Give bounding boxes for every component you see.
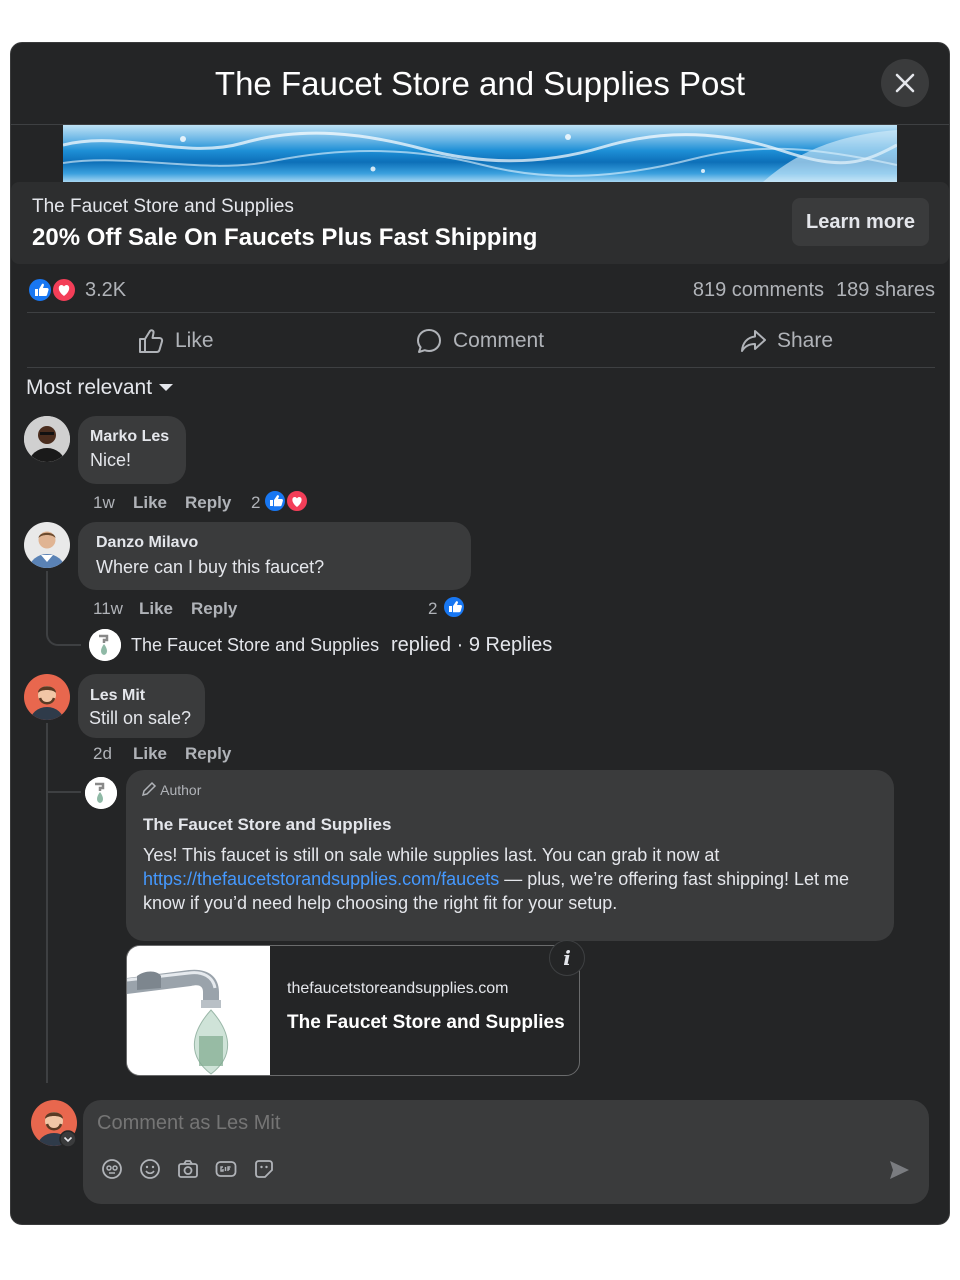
avatar[interactable]	[24, 416, 70, 462]
share-button[interactable]: Share	[739, 323, 833, 359]
chevron-down-icon[interactable]	[59, 1130, 77, 1148]
comment-text: Nice!	[90, 450, 132, 470]
link-preview-image	[127, 946, 270, 1075]
learn-more-button[interactable]: Learn more	[792, 198, 929, 246]
comment-like-button[interactable]: Like	[133, 744, 167, 764]
comment-label: Comment	[453, 329, 545, 352]
send-icon[interactable]	[887, 1158, 911, 1182]
like-label: Like	[175, 329, 214, 352]
reply-text: Yes! This faucet is still on sale while …	[143, 843, 888, 915]
post-modal: The Faucet Store and Supplies Post The F…	[10, 42, 950, 1225]
comment-input[interactable]	[97, 1112, 797, 1135]
actions-divider	[27, 367, 935, 368]
gif-icon[interactable]	[215, 1158, 237, 1180]
engagement-stats: 3.2K 819 comments 189 shares	[27, 275, 935, 305]
comment-reaction-count[interactable]: 2	[428, 599, 437, 619]
ad-banner-image[interactable]	[63, 125, 897, 182]
avatar[interactable]	[85, 777, 117, 809]
reaction-count[interactable]: 3.2K	[85, 279, 126, 302]
thread-connector	[46, 571, 81, 646]
avatar[interactable]	[24, 674, 70, 720]
share-label: Share	[777, 329, 834, 352]
close-icon	[895, 73, 915, 93]
comment-timestamp[interactable]: 11w	[93, 599, 123, 619]
comment-text: Still on sale?	[89, 708, 192, 728]
comment-author[interactable]: Les Mit	[90, 687, 145, 705]
link-preview-domain: thefaucetstoreandsupplies.com	[287, 980, 509, 997]
pencil-icon	[141, 781, 157, 797]
ad-page-name: The Faucet Store and Supplies	[32, 196, 294, 217]
reaction-icons[interactable]	[27, 276, 83, 304]
like-button[interactable]: Like	[137, 323, 214, 359]
thumbs-up-icon	[139, 329, 164, 353]
comment-author[interactable]: Marko Les	[90, 428, 169, 446]
reply-author[interactable]: The Faucet Store and Supplies	[143, 815, 391, 835]
info-button[interactable]: i	[549, 940, 585, 976]
comment-timestamp[interactable]: 2d	[93, 744, 112, 764]
speech-bubble-icon	[417, 329, 441, 353]
link-preview-title: The Faucet Store and Supplies	[287, 1012, 565, 1033]
sort-label: Most relevant	[26, 376, 153, 399]
comment-reply-button[interactable]: Reply	[191, 599, 237, 619]
modal-header: The Faucet Store and Supplies Post	[11, 43, 949, 125]
stats-divider	[27, 312, 935, 313]
modal-title: The Faucet Store and Supplies Post	[214, 65, 746, 102]
ad-info-bar[interactable]: The Faucet Store and Supplies 20% Off Sa…	[11, 182, 949, 264]
share-arrow-icon	[741, 330, 766, 352]
faucets-link[interactable]: https://thefaucetstorandsupplies.com/fau…	[143, 869, 499, 889]
sort-dropdown[interactable]: Most relevant	[26, 376, 174, 400]
comment-composer	[83, 1100, 929, 1204]
composer-toolbar	[101, 1158, 275, 1180]
caret-down-icon	[159, 384, 174, 392]
avatar[interactable]	[89, 629, 121, 661]
avatar[interactable]	[24, 522, 70, 568]
sticker-icon[interactable]	[253, 1158, 275, 1180]
thread-connector	[46, 763, 81, 793]
comment-bubble	[78, 522, 471, 590]
comment-text: Where can I buy this faucet?	[96, 557, 325, 577]
comment-timestamp[interactable]: 1w	[93, 493, 115, 513]
shares-count[interactable]: 189 shares	[836, 279, 935, 302]
comment-reply-button[interactable]: Reply	[185, 493, 231, 513]
comment-like-button[interactable]: Like	[139, 599, 173, 619]
author-badge-label: Author	[160, 782, 202, 798]
comment-reply-button[interactable]: Reply	[185, 744, 231, 764]
author-badge: Author	[141, 781, 201, 798]
comment-author[interactable]: Danzo Milavo	[96, 534, 198, 552]
avatar-sticker-icon[interactable]	[101, 1158, 123, 1180]
comment-reaction-icons[interactable]	[262, 488, 312, 514]
view-replies-link[interactable]: replied · 9 Replies	[391, 634, 552, 657]
comment-like-button[interactable]: Like	[133, 493, 167, 513]
comments-count[interactable]: 819 comments	[693, 279, 824, 302]
comment-button[interactable]: Comment	[415, 323, 544, 359]
comment-reaction-count[interactable]: 2	[251, 493, 260, 513]
ad-headline: 20% Off Sale On Faucets Plus Fast Shippi…	[32, 224, 538, 251]
close-button[interactable]	[881, 59, 929, 107]
thumbs-up-reaction-icon[interactable]	[441, 594, 467, 620]
reply-summary-page[interactable]: The Faucet Store and Supplies	[131, 635, 379, 656]
camera-icon[interactable]	[177, 1158, 199, 1180]
emoji-icon[interactable]	[139, 1158, 161, 1180]
link-preview-card[interactable]: thefaucetstoreandsupplies.com The Faucet…	[126, 945, 580, 1076]
reply-text-start: Yes! This faucet is still on sale while …	[143, 845, 720, 865]
